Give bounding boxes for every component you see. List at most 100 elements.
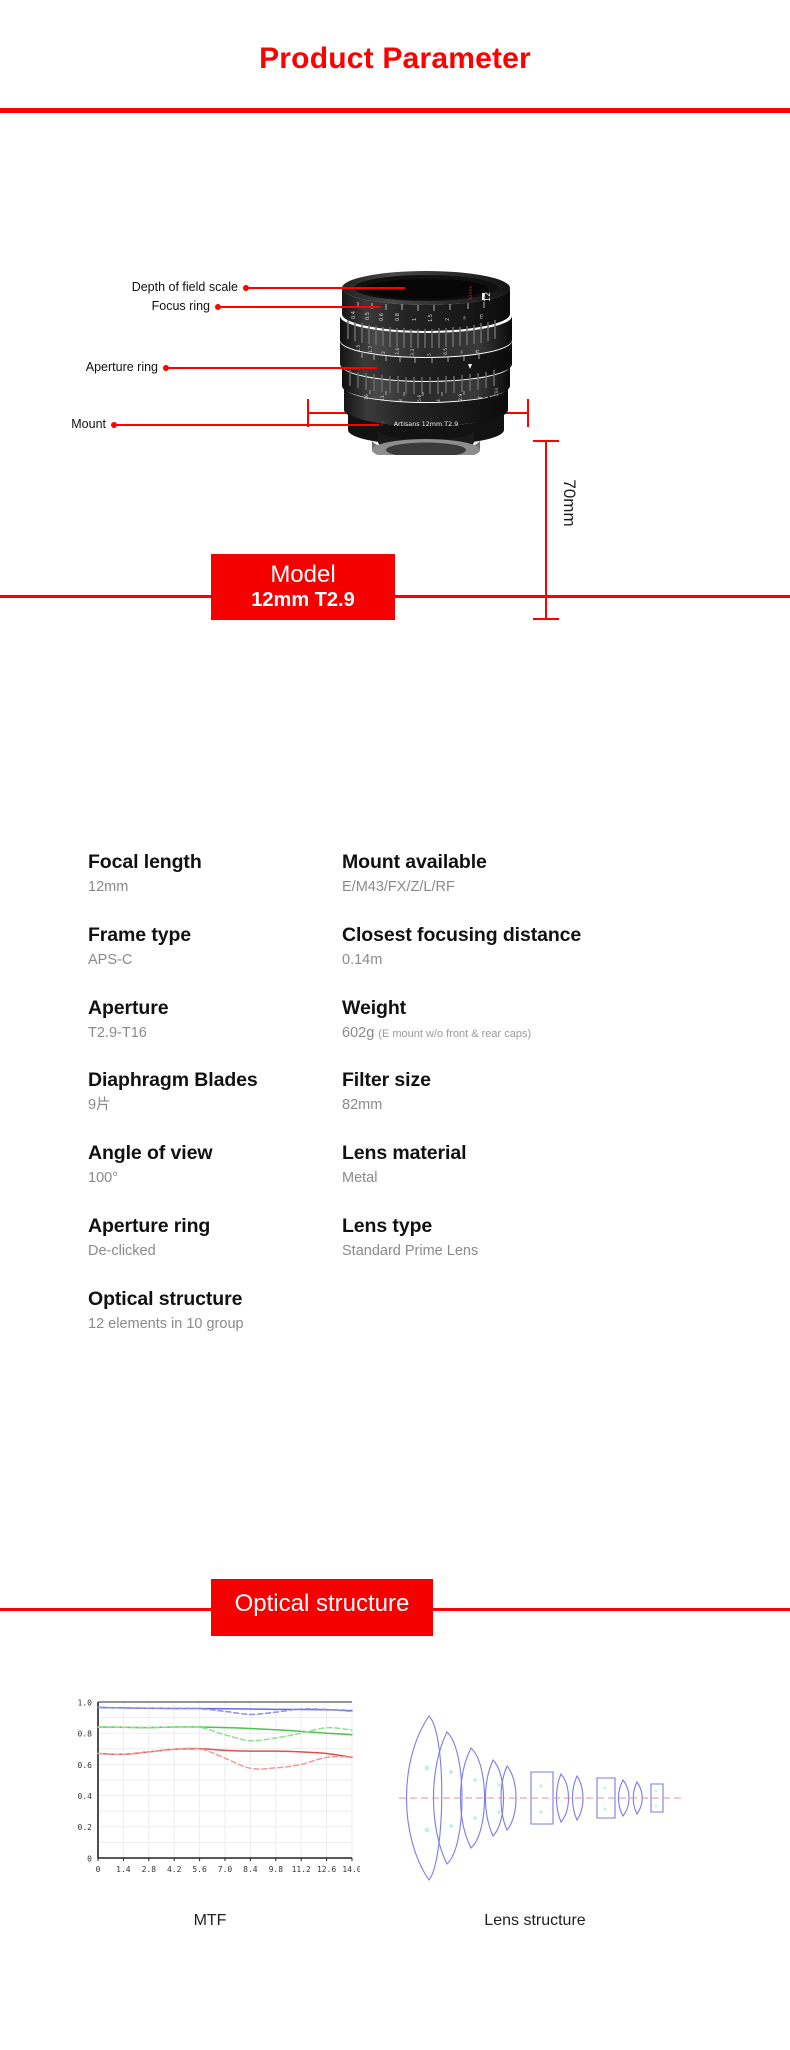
- spec-value: 0.14m: [342, 951, 383, 968]
- dimension-width-cap-left: [307, 399, 309, 427]
- lens-structure-svg: [399, 1715, 681, 1881]
- spec-label: Focal length: [88, 851, 202, 873]
- spec-row-spacer: [88, 1261, 728, 1287]
- svg-text:1.5: 1.5: [428, 314, 434, 322]
- spec-item-aperture: Aperture T2.9-T16: [88, 996, 342, 1043]
- spec-value: 12 elements in 10 group: [88, 1315, 244, 1332]
- callout-line-focus-ring: [221, 306, 381, 308]
- spec-value: 82mm: [342, 1097, 383, 1114]
- lens-structure-diagram: [385, 1690, 695, 1905]
- spec-label: Diaphragm Blades: [88, 1069, 258, 1092]
- svg-text:2: 2: [381, 351, 387, 354]
- specifications-grid: Focal length 12mm Mount available E/M43/…: [88, 850, 728, 1334]
- lens-engraving-text: Artisans 12mm T2.9: [394, 420, 459, 428]
- dimension-height-label: 70mm: [560, 479, 579, 527]
- svg-text:2.9: 2.9: [458, 394, 464, 401]
- svg-text:8.4: 8.4: [243, 1865, 258, 1874]
- spec-row: Angle of view 100° Lens material Metal: [88, 1141, 728, 1188]
- svg-text:∞: ∞: [462, 316, 468, 320]
- spec-label: Aperture ring: [88, 1214, 211, 1237]
- callout-label-focus-ring: Focus ring: [151, 299, 210, 313]
- optical-banner-box: Optical structure: [211, 1579, 433, 1636]
- spec-row: Focal length 12mm Mount available E/M43/…: [88, 850, 728, 897]
- svg-text:5: 5: [427, 353, 433, 356]
- spec-value-text: 602g: [342, 1024, 375, 1041]
- svg-text:T: T: [478, 396, 484, 400]
- spec-row-spacer: [88, 897, 728, 923]
- svg-text:8: 8: [398, 399, 404, 402]
- spec-label: Aperture: [88, 996, 169, 1019]
- model-banner-line2: 12mm T2.9: [251, 588, 355, 611]
- svg-text:12.6: 12.6: [317, 1865, 336, 1874]
- spec-row-spacer: [88, 1188, 728, 1214]
- svg-text:1.7: 1.7: [368, 346, 374, 353]
- svg-text:ZBA: ZBA: [494, 388, 499, 396]
- svg-text:∞: ∞: [460, 350, 465, 354]
- spec-item-optical-structure: Optical structure 12 elements in 10 grou…: [88, 1287, 342, 1334]
- svg-text:0: 0: [96, 1865, 101, 1874]
- spec-row: Optical structure 12 elements in 10 grou…: [88, 1287, 728, 1334]
- spec-label: Filter size: [342, 1069, 431, 1092]
- svg-text:ft: ft: [475, 349, 481, 353]
- spec-label: Optical structure: [88, 1287, 243, 1310]
- spec-item-frame-type: Frame type APS-C: [88, 923, 342, 970]
- spec-label: Frame type: [88, 923, 192, 946]
- svg-text:0.8: 0.8: [395, 313, 401, 321]
- svg-text:2: 2: [445, 318, 451, 321]
- spec-item-lens-material: Lens material Metal: [342, 1141, 728, 1188]
- callout-label-mount: Mount: [71, 417, 106, 431]
- callout-label-depth-of-field-scale: Depth of field scale: [131, 280, 238, 294]
- spec-item-weight: Weight 602g (E mount w/o front & rear ca…: [342, 996, 728, 1043]
- svg-text:1.5: 1.5: [356, 345, 362, 352]
- spec-label: Angle of view: [88, 1142, 213, 1165]
- svg-text:5.6: 5.6: [417, 395, 423, 402]
- callout-label-aperture-ring: Aperture ring: [85, 360, 158, 374]
- spec-value: E/M43/FX/Z/L/RF: [342, 878, 455, 895]
- spec-item-angle-of-view: Angle of view 100°: [88, 1141, 342, 1188]
- svg-text:11.2: 11.2: [292, 1865, 311, 1874]
- spec-value: T2.9-T16: [88, 1024, 147, 1041]
- svg-text:11: 11: [380, 395, 386, 401]
- svg-text:m: m: [479, 314, 485, 319]
- spec-row: Frame type APS-C Closest focusing distan…: [88, 923, 728, 970]
- svg-text:0.8: 0.8: [78, 1730, 93, 1739]
- svg-text:16: 16: [364, 394, 370, 400]
- spec-value: Metal: [342, 1170, 378, 1187]
- spec-row: Aperture ring De-clicked Lens type Stand…: [88, 1214, 728, 1261]
- spec-value: APS-C: [88, 951, 133, 968]
- lens-product-image: 0.4 0.5 0.6 0.8 1 1.5 2 ∞ m 12mm 12 1.5 …: [322, 240, 537, 461]
- header-divider: [0, 108, 790, 113]
- svg-text:2.6: 2.6: [395, 348, 401, 355]
- caption-mtf: MTF: [193, 1912, 227, 1929]
- spec-item-diaphragm-blades: Diaphragm Blades 9片: [88, 1068, 342, 1115]
- svg-text:0.2: 0.2: [78, 1823, 93, 1832]
- dimension-height-cap-bottom: [533, 618, 559, 620]
- model-banner-line1: Model: [270, 561, 336, 588]
- svg-text:0.6: 0.6: [379, 313, 385, 321]
- spec-value: De-clicked: [88, 1242, 156, 1259]
- spec-row-spacer: [88, 1042, 728, 1068]
- charts-section: 0 0.2 0.4 0.6 0.8 1.0 0 1.4 2.8 4.2 5.6 7.0 8.4 9.8 11…: [0, 1690, 790, 2020]
- svg-text:4: 4: [436, 399, 442, 402]
- spec-label: Lens type: [342, 1214, 433, 1237]
- svg-text:1: 1: [412, 318, 418, 321]
- svg-text:7.0: 7.0: [218, 1865, 233, 1874]
- svg-text:7: 7: [380, 420, 384, 428]
- spec-item-aperture-ring: Aperture ring De-clicked: [88, 1214, 342, 1261]
- spec-row: Aperture T2.9-T16 Weight 602g (E mount w…: [88, 996, 728, 1043]
- spec-label: Lens material: [342, 1142, 467, 1165]
- svg-text:5.6: 5.6: [192, 1865, 207, 1874]
- svg-text:0.6: 0.6: [78, 1761, 93, 1770]
- lens-svg: 0.4 0.5 0.6 0.8 1 1.5 2 ∞ m 12mm 12 1.5 …: [340, 271, 512, 461]
- svg-text:6.5: 6.5: [443, 348, 449, 355]
- optical-banner-title: Optical structure: [234, 1590, 410, 1617]
- svg-text:9.8: 9.8: [269, 1865, 284, 1874]
- spec-row-spacer: [88, 1115, 728, 1141]
- svg-text:0.5: 0.5: [365, 312, 371, 320]
- caption-lens-structure: Lens structure: [484, 1912, 586, 1929]
- spec-label: Weight: [342, 996, 407, 1019]
- model-banner-rule: [0, 595, 790, 598]
- spec-item-filter-size: Filter size 82mm: [342, 1068, 728, 1115]
- spec-value: 602g (E mount w/o front & rear caps): [342, 1024, 728, 1043]
- svg-text:1.4: 1.4: [116, 1865, 131, 1874]
